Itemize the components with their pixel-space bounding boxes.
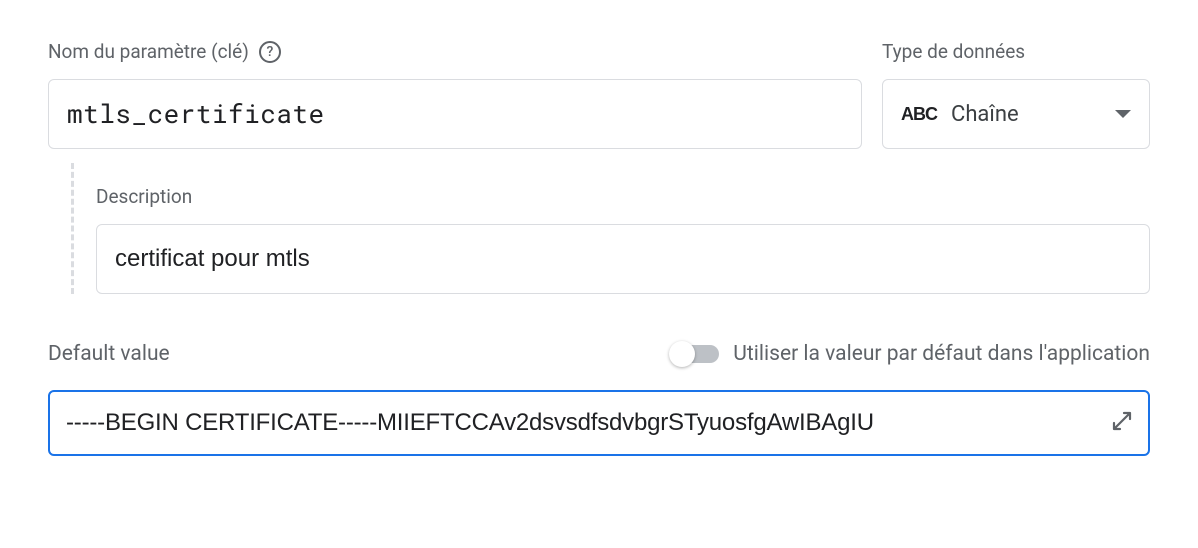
data-type-label: Type de données — [882, 40, 1150, 63]
default-value-input-wrap[interactable] — [48, 390, 1150, 456]
description-input[interactable] — [96, 224, 1150, 294]
data-type-selected: Chaîne — [951, 102, 1101, 127]
default-value-input[interactable] — [66, 409, 1098, 437]
param-name-label-text: Nom du paramètre (clé) — [48, 40, 249, 63]
description-label: Description — [96, 185, 1150, 208]
toggle-label: Utiliser la valeur par défaut dans l'app… — [733, 342, 1150, 366]
param-name-input[interactable] — [48, 79, 862, 149]
abc-icon: ABC — [901, 104, 937, 125]
use-in-app-default-toggle[interactable] — [671, 345, 719, 363]
toggle-knob — [669, 341, 695, 367]
chevron-down-icon — [1115, 110, 1131, 118]
param-name-label: Nom du paramètre (clé) ? — [48, 40, 862, 63]
data-type-dropdown[interactable]: ABC Chaîne — [882, 79, 1150, 149]
expand-icon[interactable] — [1110, 409, 1134, 437]
help-icon[interactable]: ? — [259, 41, 281, 63]
default-value-label: Default value — [48, 342, 170, 366]
tree-connector — [48, 163, 96, 294]
data-type-label-text: Type de données — [882, 40, 1025, 63]
